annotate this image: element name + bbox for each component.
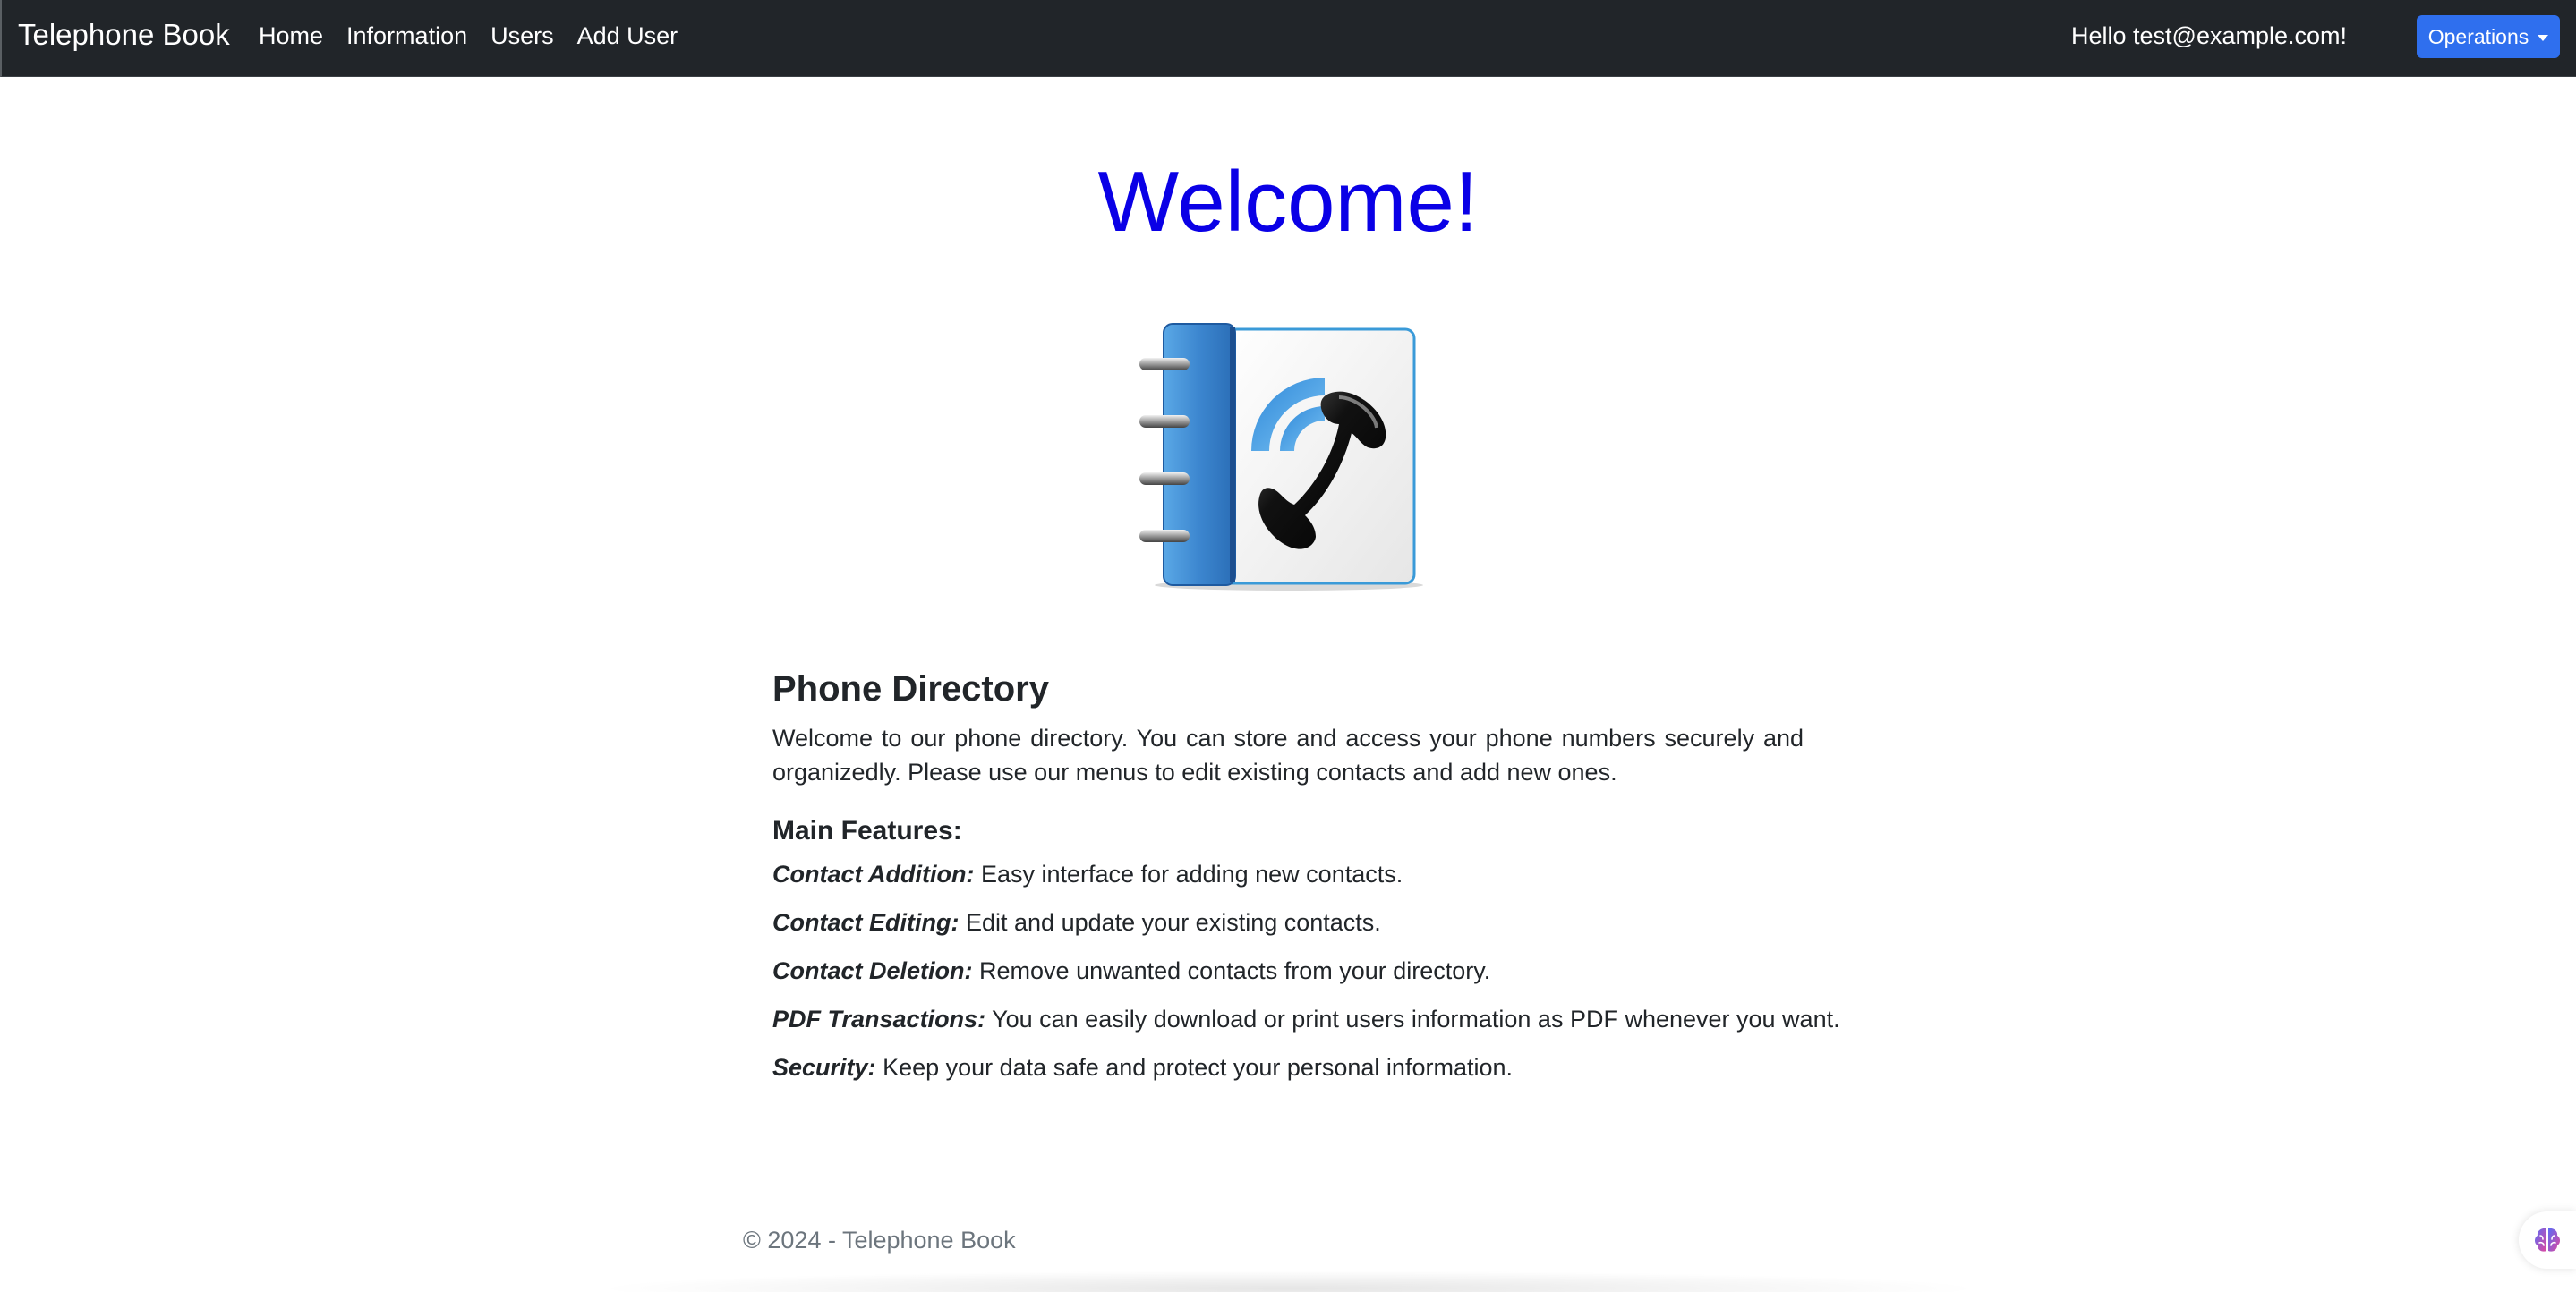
feature-item: Security: Keep your data safe and protec… [772,1052,1804,1083]
operations-dropdown-button[interactable]: Operations [2417,15,2560,58]
welcome-heading: Welcome! [1097,154,1479,250]
feature-text: Easy interface for adding new contacts. [980,861,1403,888]
directory-content: Phone Directory Welcome to our phone dir… [772,669,1840,1101]
feature-text: You can easily download or print users i… [992,1006,1840,1033]
nav-home[interactable]: Home [259,22,323,50]
features-title: Main Features: [772,816,962,846]
feature-name: PDF Transactions: [772,1006,986,1033]
intro-paragraph: Welcome to our phone directory. You can … [772,725,1804,786]
nav-links: Home Information Users Add User [259,22,678,50]
feature-item: Contact Editing: Edit and update your ex… [772,907,1804,938]
assistant-button[interactable] [2519,1211,2576,1269]
feature-text: Remove unwanted contacts from your direc… [979,957,1491,984]
section-title: Phone Directory [772,669,1049,709]
operations-label: Operations [2427,24,2529,48]
phone-book-icon [1139,323,1423,591]
feature-name: Contact Deletion: [772,957,973,984]
caret-down-icon [2538,34,2549,41]
feature-text: Keep your data safe and protect your per… [883,1054,1513,1081]
navbar: Telephone Book Home Information Users Ad… [0,0,2576,77]
user-greeting: Hello test@example.com! [2071,22,2348,49]
feature-name: Contact Editing: [772,909,960,936]
feature-item: Contact Addition: Easy interface for add… [772,859,1804,889]
nav-users[interactable]: Users [490,22,554,50]
feature-item: Contact Deletion: Remove unwanted contac… [772,956,1804,986]
feature-text: Edit and update your existing contacts. [966,909,1381,936]
footer-shadow [591,1271,1987,1292]
brain-icon [2535,1228,2560,1252]
feature-item: PDF Transactions: You can easily downloa… [772,1004,1840,1034]
feature-name: Security: [772,1054,876,1081]
nav-add-user[interactable]: Add User [577,22,678,50]
features-list: Contact Addition: Easy interface for add… [772,859,1840,1083]
brand-link[interactable]: Telephone Book [18,18,230,52]
footer-copyright: © 2024 - Telephone Book [743,1227,1016,1254]
nav-information[interactable]: Information [346,22,467,50]
feature-name: Contact Addition: [772,861,975,888]
